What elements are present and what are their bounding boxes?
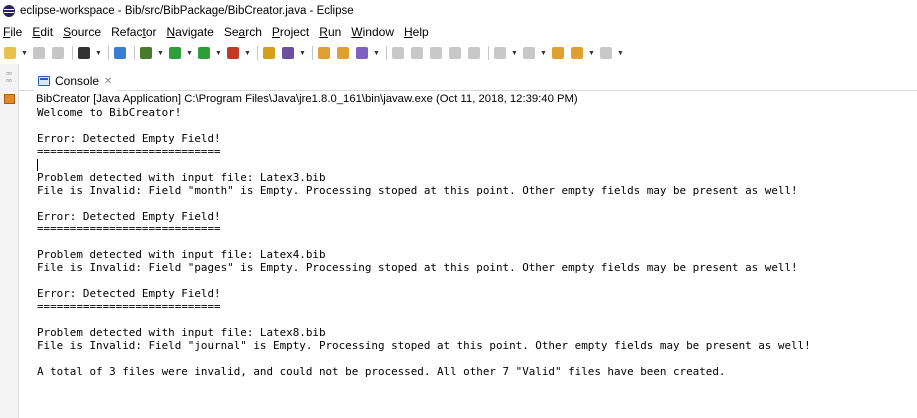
new-java-project-icon[interactable] (261, 45, 277, 61)
chevron-down-icon[interactable]: ▼ (95, 45, 102, 61)
chevron-down-icon[interactable]: ▼ (244, 45, 251, 61)
coverage-icon[interactable] (196, 45, 212, 61)
console-line: ============================ (37, 300, 221, 314)
chevron-down-icon[interactable]: ▼ (186, 45, 193, 61)
console-icon (38, 76, 50, 86)
open-type-icon[interactable] (316, 45, 332, 61)
menu-bar: File Edit Source Refactor Navigate Search Proj… (0, 22, 917, 42)
console-line: A total of 3 files were invalid, and cou… (37, 364, 726, 378)
menu-item[interactable]: Search (224, 25, 262, 39)
menu-item[interactable]: Source (63, 25, 101, 39)
console-line: Problem detected with input file: Latex8… (37, 325, 326, 339)
chevron-down-icon[interactable]: ▼ (215, 45, 222, 61)
console-line: File is Invalid: Field "month" is Empty.… (37, 183, 798, 197)
console-launch-info: BibCreator [Java Application] C:\Program… (36, 93, 578, 105)
forward-icon[interactable] (598, 45, 614, 61)
eclipse-icon (3, 5, 15, 17)
open-task-icon[interactable] (335, 45, 351, 61)
build-icon[interactable] (76, 45, 92, 61)
next-annotation-icon[interactable] (492, 45, 508, 61)
back-icon[interactable] (569, 45, 585, 61)
menu-item[interactable]: Refactor (111, 25, 156, 39)
console-line: Welcome to BibCreator! (37, 106, 182, 119)
console-line: Error: Detected Empty Field! (37, 131, 221, 145)
chevron-down-icon[interactable]: ▼ (157, 45, 164, 61)
window-title: eclipse-workspace - Bib/src/BibPackage/B… (20, 5, 354, 17)
menu-item[interactable]: Run (319, 25, 341, 39)
new-package-icon[interactable] (280, 45, 296, 61)
left-trim-stack: ▫▫ ▫▫ (0, 64, 19, 418)
restore-icon[interactable]: ▫▫ ▫▫ (3, 70, 15, 85)
block-select-icon[interactable] (447, 45, 463, 61)
toolbar-separator (72, 46, 73, 60)
prev-annotation-icon[interactable] (521, 45, 537, 61)
console-line: ============================ (37, 144, 221, 158)
console-icon[interactable] (4, 94, 15, 104)
menu-item[interactable]: File (3, 25, 22, 39)
console-view-tabbar: Console ✕ (19, 64, 917, 91)
toolbar-separator (312, 46, 313, 60)
console-line: File is Invalid: Field "pages" is Empty.… (37, 261, 798, 275)
debug-icon[interactable] (138, 45, 154, 61)
title-bar: eclipse-workspace - Bib/src/BibPackage/B… (0, 0, 917, 22)
toolbar-separator (257, 46, 258, 60)
chevron-down-icon[interactable]: ▼ (21, 45, 28, 61)
pin-icon[interactable] (390, 45, 406, 61)
main-toolbar: ▼ ▼ ▼ ▼ ▼ ▼ ▼ ▼ ▼ ▼ ▼ ▼ (0, 42, 917, 64)
close-icon[interactable]: ✕ (104, 76, 112, 87)
console-line: ============================ (37, 222, 221, 236)
chevron-down-icon[interactable]: ▼ (617, 45, 624, 61)
chevron-down-icon[interactable]: ▼ (540, 45, 547, 61)
console-line: File is Invalid: Field "journal" is Empt… (37, 338, 811, 352)
text-caret (37, 158, 38, 171)
menu-item[interactable]: Edit (32, 25, 53, 39)
run-icon[interactable] (167, 45, 183, 61)
toggle-mark-icon[interactable] (409, 45, 425, 61)
save-all-icon[interactable] (50, 45, 66, 61)
external-tools-icon[interactable] (225, 45, 241, 61)
chevron-down-icon[interactable]: ▼ (588, 45, 595, 61)
console-line: Problem detected with input file: Latex3… (37, 170, 326, 184)
tab-console[interactable]: Console ✕ (34, 71, 119, 91)
chevron-down-icon[interactable]: ▼ (511, 45, 518, 61)
skip-breakpoints-icon[interactable] (112, 45, 128, 61)
toolbar-separator (386, 46, 387, 60)
menu-item[interactable]: Navigate (166, 25, 213, 39)
menu-item[interactable]: Window (351, 25, 394, 39)
show-source-icon[interactable] (466, 45, 482, 61)
search-icon[interactable] (354, 45, 370, 61)
menu-item[interactable]: Help (404, 25, 429, 39)
save-icon[interactable] (31, 45, 47, 61)
console-line (37, 158, 915, 172)
toolbar-separator (488, 46, 489, 60)
console-output[interactable]: Welcome to BibCreator! Error: Detected Em… (37, 106, 915, 418)
toolbar-separator (108, 46, 109, 60)
new-icon[interactable] (2, 45, 18, 61)
chevron-down-icon[interactable]: ▼ (299, 45, 306, 61)
tab-label: Console (55, 74, 100, 88)
menu-item[interactable]: Project (272, 25, 309, 39)
chevron-down-icon[interactable]: ▼ (373, 45, 380, 61)
last-edit-icon[interactable] (550, 45, 566, 61)
toolbar-separator (134, 46, 135, 60)
whitespace-icon[interactable] (428, 45, 444, 61)
